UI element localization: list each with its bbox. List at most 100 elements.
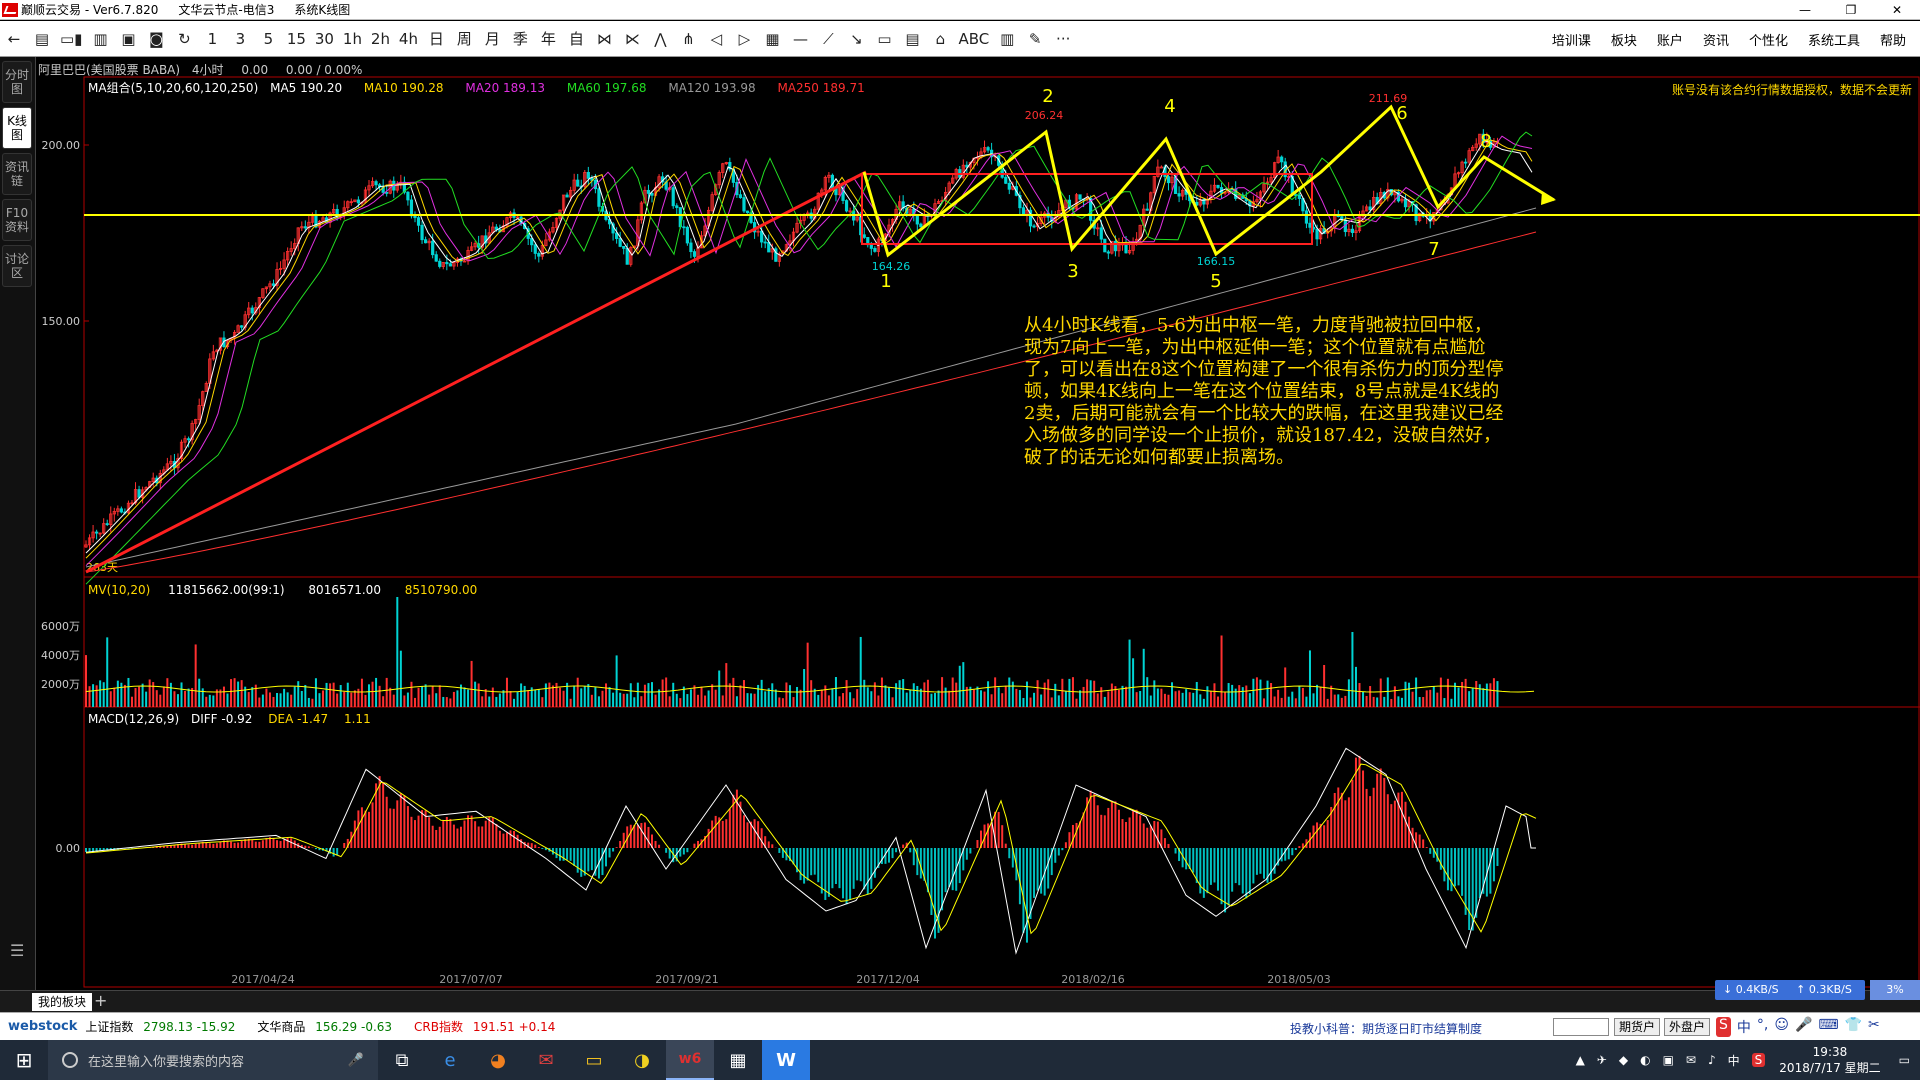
refresh-icon[interactable]: ↻ [170, 26, 198, 52]
tab-my-sector[interactable]: 我的板块 [32, 993, 93, 1011]
minimize-icon[interactable]: — [1782, 0, 1828, 20]
text-icon[interactable]: ABC [954, 26, 993, 52]
menu-help[interactable]: 帮助 [1870, 30, 1916, 49]
tab-news-chain[interactable]: 资讯链 [2, 153, 32, 195]
window-icon[interactable]: ▣ [114, 26, 142, 52]
foreign-account-button[interactable]: 外盘户 [1664, 1018, 1711, 1036]
panel-icon[interactable]: ▥ [86, 26, 114, 52]
zoom-in-icon[interactable]: ⋈ [590, 26, 618, 52]
period-year[interactable]: 年 [534, 26, 562, 52]
ma-combo-label[interactable]: MA组合(5,10,20,60,120,250) [88, 81, 258, 95]
skin-icon[interactable]: 👕 [1845, 1017, 1862, 1037]
tray-app-icon[interactable]: ✈ [1597, 1053, 1607, 1067]
kline-chart[interactable]: 200.00150.006000万4000万2000万0.00263天2017/… [36, 57, 1920, 990]
browser-icon[interactable]: ◕ [474, 1040, 522, 1080]
tray-network-icon[interactable]: ▣ [1663, 1053, 1674, 1067]
keyboard-icon[interactable]: ⌨ [1818, 1017, 1838, 1037]
app-icon[interactable]: ◑ [618, 1040, 666, 1080]
period-quarter[interactable]: 季 [506, 26, 534, 52]
volume-label[interactable]: MV(10,20) [88, 583, 150, 597]
period-custom[interactable]: 自 [562, 26, 590, 52]
start-button[interactable]: ⊞ [0, 1040, 48, 1080]
futures-account-button[interactable]: 期货户 [1614, 1018, 1661, 1036]
sogou-icon[interactable]: S [1716, 1017, 1731, 1037]
tab-timeshare[interactable]: 分时图 [2, 61, 32, 103]
period-1h[interactable]: 1h [338, 26, 366, 52]
back-icon[interactable]: ← [0, 26, 28, 52]
period-month[interactable]: 月 [478, 26, 506, 52]
eraser-icon[interactable]: ✎ [1021, 26, 1049, 52]
server-name[interactable]: 文华云节点-电信3 [178, 1, 274, 18]
menu-icon[interactable]: ☰ [10, 941, 24, 960]
tray-sync-icon[interactable]: ◐ [1640, 1053, 1650, 1067]
period-day[interactable]: 日 [422, 26, 450, 52]
more-icon[interactable]: ··· [1049, 26, 1077, 52]
task-view-icon[interactable]: ⧉ [378, 1040, 426, 1080]
voice-icon[interactable]: 🎤 [1795, 1017, 1812, 1037]
fill-icon[interactable]: ▥ [993, 26, 1021, 52]
rect-icon[interactable]: ▭ [870, 26, 898, 52]
period-selector[interactable]: 4小时 [192, 63, 224, 77]
left-icon[interactable]: ◁ [702, 26, 730, 52]
menu-news[interactable]: 资讯 [1693, 30, 1739, 49]
macd-label[interactable]: MACD(12,26,9) [88, 712, 179, 726]
tray-expand-icon[interactable]: ▲ [1576, 1053, 1585, 1067]
arrow-icon[interactable]: ↘ [842, 26, 870, 52]
calculator-icon[interactable]: ▦ [714, 1040, 762, 1080]
index-shanghai[interactable]: 上证指数 2798.13 -15.92 [85, 1018, 235, 1035]
save-icon[interactable]: ◙ [142, 26, 170, 52]
education-tip[interactable]: 投教小科普：期货逐日盯市结算制度 [1290, 1020, 1482, 1037]
menu-system-tools[interactable]: 系统工具 [1798, 30, 1870, 49]
list-icon[interactable]: ▤ [28, 26, 56, 52]
period-1m[interactable]: 1 [198, 26, 226, 52]
menu-account[interactable]: 账户 [1647, 30, 1693, 49]
kline-icon[interactable]: ▭▮ [56, 26, 86, 52]
mic-icon[interactable]: 🎤 [348, 1053, 364, 1068]
period-30m[interactable]: 30 [310, 26, 338, 52]
period-4h[interactable]: 4h [394, 26, 422, 52]
notification-icon[interactable]: ▭ [1899, 1053, 1910, 1067]
edge-icon[interactable]: e [426, 1040, 474, 1080]
period-3m[interactable]: 3 [226, 26, 254, 52]
punctuation-icon[interactable]: °, [1757, 1017, 1768, 1037]
down-icon[interactable]: ⋔ [674, 26, 702, 52]
word-icon[interactable]: W [762, 1040, 810, 1080]
channel-icon[interactable]: ▤ [898, 26, 926, 52]
menu-training[interactable]: 培训课 [1542, 30, 1601, 49]
chart-area[interactable]: 200.00 150.00 6000万 4000万 2000万 0.00 263天 2017/… [36, 57, 1920, 990]
index-wenhua[interactable]: 文华商品 156.29 -0.63 [257, 1018, 392, 1035]
mail-icon[interactable]: ✉ [522, 1040, 570, 1080]
index-crb[interactable]: CRB指数 191.51 +0.14 [414, 1018, 555, 1035]
close-icon[interactable]: ✕ [1874, 0, 1920, 20]
tray-message-icon[interactable]: ✉ [1686, 1053, 1696, 1067]
clock[interactable]: 19:38 2018/7/17 星期二 [1779, 1044, 1880, 1076]
period-2h[interactable]: 2h [366, 26, 394, 52]
sogou-tray-icon[interactable]: S [1751, 1053, 1766, 1067]
menu-sector[interactable]: 板块 [1601, 30, 1647, 49]
menu-personalize[interactable]: 个性化 [1739, 30, 1798, 49]
period-week[interactable]: 周 [450, 26, 478, 52]
tools-icon[interactable]: ✂ [1868, 1017, 1880, 1037]
zoom-out-icon[interactable]: ⋉ [618, 26, 646, 52]
home-icon[interactable]: ⌂ [926, 26, 954, 52]
wenhua-icon[interactable]: w6 [666, 1040, 714, 1080]
grid-icon[interactable]: ▦ [758, 26, 786, 52]
explorer-icon[interactable]: ▭ [570, 1040, 618, 1080]
taskbar-search[interactable]: 在这里输入你要搜索的内容 🎤 [48, 1040, 378, 1080]
trendline-icon[interactable]: ⟋ [814, 26, 842, 52]
right-icon[interactable]: ▷ [730, 26, 758, 52]
period-5m[interactable]: 5 [254, 26, 282, 52]
tab-kline[interactable]: K线图 [2, 107, 32, 149]
volume-icon[interactable]: ♪ [1708, 1053, 1716, 1067]
maximize-icon[interactable]: ❐ [1828, 0, 1874, 20]
period-15m[interactable]: 15 [282, 26, 310, 52]
up-icon[interactable]: ⋀ [646, 26, 674, 52]
tab-f10[interactable]: F10资料 [2, 199, 32, 241]
hline-icon[interactable]: — [786, 26, 814, 52]
input-language[interactable]: 中 [1728, 1052, 1740, 1069]
tab-discussion[interactable]: 讨论区 [2, 245, 32, 287]
add-tab-button[interactable]: + [94, 991, 107, 1010]
chinese-mode-icon[interactable]: 中 [1737, 1017, 1751, 1037]
emoji-icon[interactable]: ☺ [1774, 1017, 1789, 1037]
tray-security-icon[interactable]: ◆ [1619, 1053, 1628, 1067]
